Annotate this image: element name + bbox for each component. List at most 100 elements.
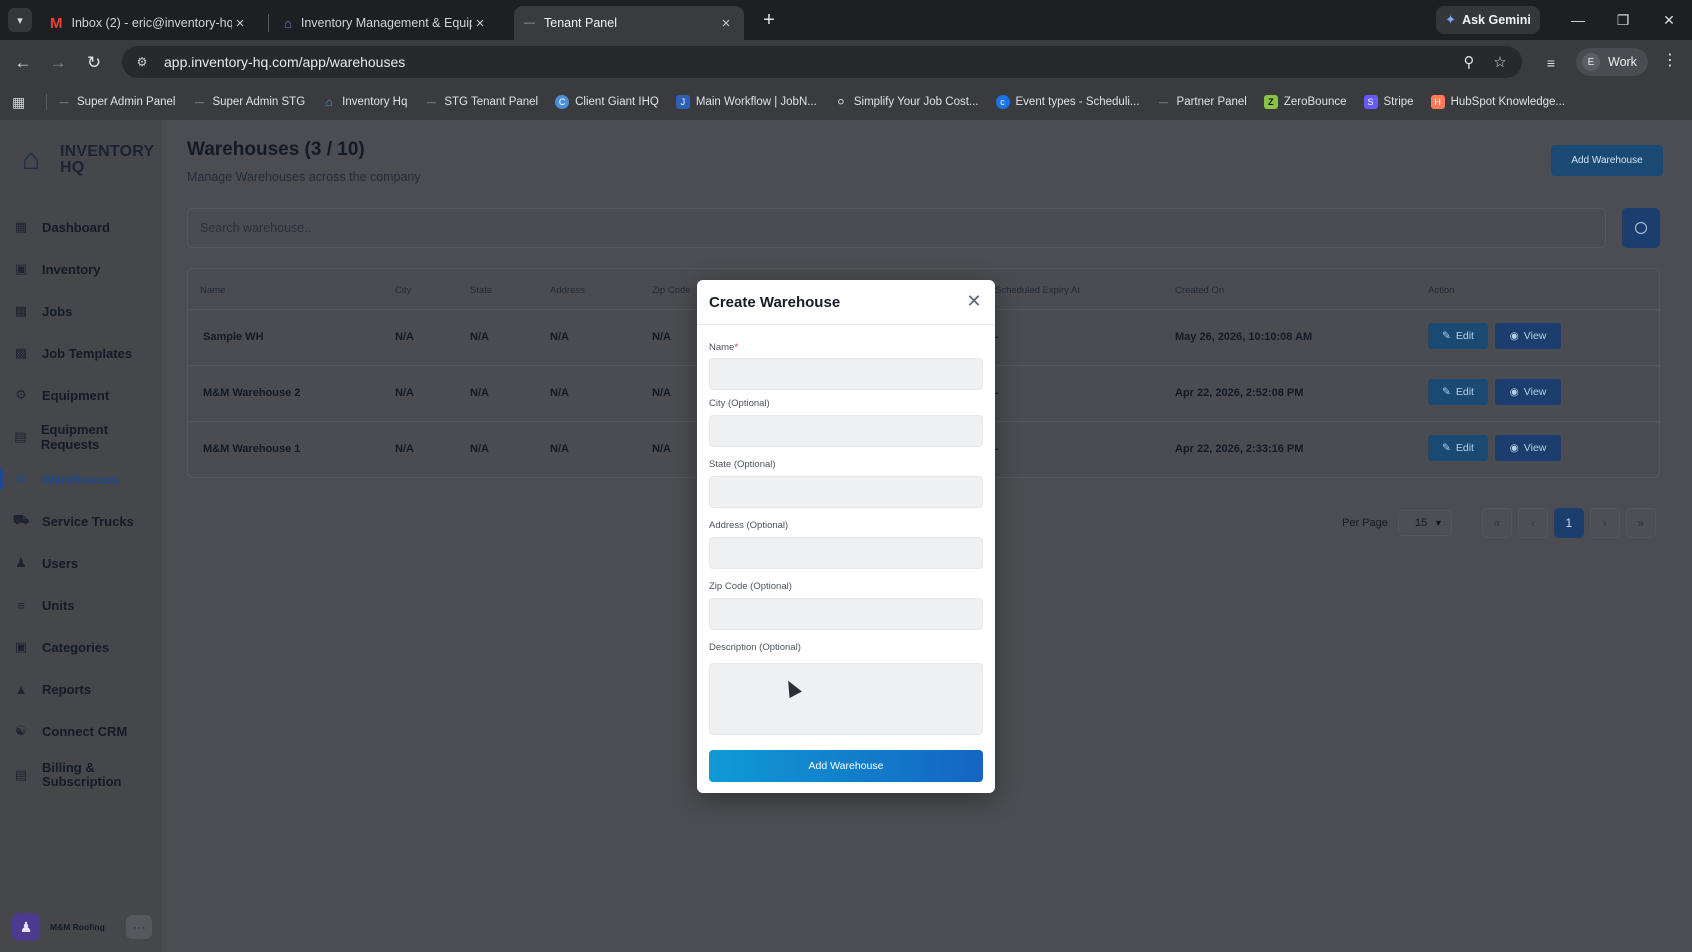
more-options-icon[interactable]: ··· bbox=[126, 915, 152, 939]
app-logo[interactable]: ⌂ INVENTORY HQ bbox=[22, 142, 154, 178]
bookmark-item[interactable]: S Stripe bbox=[1363, 95, 1414, 109]
reload-icon[interactable]: ↻ bbox=[81, 50, 107, 76]
view-button[interactable]: ◉ View bbox=[1495, 323, 1561, 349]
sidebar-item-connect-crm[interactable]: ☯ Connect CRM bbox=[0, 710, 162, 752]
ask-gemini-button[interactable]: ✦ Ask Gemini bbox=[1436, 6, 1540, 34]
new-tab-button[interactable]: + bbox=[756, 8, 782, 32]
back-icon[interactable]: ← bbox=[10, 50, 36, 76]
inventory-icon: ▣ bbox=[14, 261, 28, 276]
user-profile[interactable]: ♟ M&M Roofing ··· bbox=[12, 912, 152, 942]
close-icon[interactable]: × bbox=[232, 15, 248, 32]
close-icon[interactable]: ✕ bbox=[963, 290, 985, 312]
first-page-button[interactable]: « bbox=[1481, 508, 1512, 538]
next-page-button[interactable]: › bbox=[1589, 508, 1620, 538]
column-header-state[interactable]: State bbox=[470, 285, 492, 296]
bookmark-label: STG Tenant Panel bbox=[444, 96, 539, 108]
tab-inventory[interactable]: ⌂ Inventory Management & Equipme × bbox=[274, 6, 498, 40]
bookmark-item[interactable]: Z ZeroBounce bbox=[1263, 95, 1347, 109]
bookmark-item[interactable]: — Partner Panel bbox=[1157, 95, 1247, 109]
per-page-select[interactable]: 15 ▼ bbox=[1397, 510, 1452, 536]
restore-icon[interactable]: ❐ bbox=[1608, 8, 1638, 32]
bookmark-label: Partner Panel bbox=[1176, 96, 1247, 108]
sidebar-item-label: Warehouses bbox=[42, 471, 119, 487]
bookmark-item[interactable]: ⚪ Simplify Your Job Cost... bbox=[834, 95, 979, 109]
search-button[interactable] bbox=[1622, 208, 1660, 248]
bookmark-item[interactable]: H HubSpot Knowledge... bbox=[1430, 95, 1565, 109]
edit-button[interactable]: ✎ Edit bbox=[1428, 435, 1488, 461]
browser-menu-icon[interactable]: ⋮ bbox=[1662, 50, 1678, 70]
inventory-hq-icon: ⌂ bbox=[325, 95, 333, 109]
close-icon[interactable]: × bbox=[472, 15, 488, 32]
bookmark-item[interactable]: C Client Giant IHQ bbox=[555, 95, 659, 109]
state-field[interactable] bbox=[709, 476, 983, 508]
add-warehouse-submit-button[interactable]: Add Warehouse bbox=[709, 750, 983, 782]
bookmark-item[interactable]: — Super Admin STG bbox=[192, 95, 305, 109]
tab-search-dropdown[interactable]: ▾ bbox=[8, 8, 32, 32]
sidebar-item-reports[interactable]: ▲ Reports bbox=[0, 668, 162, 710]
bookmark-item[interactable]: — STG Tenant Panel bbox=[424, 95, 538, 109]
sidebar-item-dashboard[interactable]: ▦ Dashboard bbox=[0, 206, 162, 248]
sidebar-item-units[interactable]: ≡ Units bbox=[0, 584, 162, 626]
apps-grid-icon[interactable]: ▦ bbox=[12, 94, 32, 111]
column-header-address[interactable]: Address bbox=[550, 285, 585, 296]
view-label: View bbox=[1523, 330, 1547, 342]
column-header-created[interactable]: Created On bbox=[1175, 285, 1224, 296]
zoom-icon[interactable]: ⚲ bbox=[1458, 52, 1480, 74]
city-field[interactable] bbox=[709, 415, 983, 447]
view-button[interactable]: ◉ View bbox=[1495, 435, 1561, 461]
truck-icon: ⛟ bbox=[12, 512, 30, 527]
zip-label: Zip Code (Optional) bbox=[709, 581, 792, 592]
sidebar-item-categories[interactable]: ▣ Categories bbox=[0, 626, 162, 668]
bookmark-item[interactable]: — Super Admin Panel bbox=[57, 95, 176, 109]
forward-icon[interactable]: → bbox=[45, 50, 71, 76]
cell-address: N/A bbox=[550, 387, 569, 399]
view-button[interactable]: ◉ View bbox=[1495, 379, 1561, 405]
sidebar-item-users[interactable]: ♟ Users bbox=[0, 542, 162, 584]
eye-icon: ◉ bbox=[1509, 330, 1519, 342]
sidebar-item-inventory[interactable]: ▣ Inventory bbox=[0, 248, 162, 290]
eye-icon: ◉ bbox=[1509, 442, 1519, 454]
sidebar-item-jobs[interactable]: ▩ Jobs bbox=[0, 290, 162, 332]
column-header-city[interactable]: City bbox=[395, 285, 411, 296]
bookmarks-bar: ▦ — Super Admin Panel — Super Admin STG ⌂ I… bbox=[0, 84, 1692, 120]
last-page-button[interactable]: » bbox=[1625, 508, 1656, 538]
column-header-zip[interactable]: Zip Code bbox=[652, 285, 691, 296]
column-header-name[interactable]: Name bbox=[200, 285, 225, 296]
address-field[interactable] bbox=[709, 537, 983, 569]
tab-tenant-panel[interactable]: — Tenant Panel × bbox=[514, 6, 744, 40]
site-settings-icon[interactable]: ⚙ bbox=[126, 55, 158, 69]
description-field[interactable] bbox=[709, 663, 983, 735]
sidebar-item-label: Equipment Requests bbox=[40, 422, 109, 452]
profile-initial: E bbox=[1582, 53, 1600, 71]
minimize-icon[interactable]: — bbox=[1563, 8, 1593, 32]
reading-list-icon[interactable]: ≡ bbox=[1538, 50, 1564, 76]
zip-field[interactable] bbox=[709, 598, 983, 630]
page-1-button[interactable]: 1 bbox=[1553, 508, 1584, 538]
prev-page-button[interactable]: ‹ bbox=[1517, 508, 1548, 538]
bookmark-item[interactable]: ⌂ Inventory Hq bbox=[322, 95, 408, 109]
cell-city: N/A bbox=[395, 331, 414, 343]
tab-separator bbox=[268, 14, 269, 32]
search-input[interactable]: Search warehouse.. bbox=[187, 208, 1606, 248]
address-bar[interactable]: ⚙ app.inventory-hq.com/app/warehouses ⚲ … bbox=[122, 46, 1522, 78]
sidebar-item-equipment-requests[interactable]: ▤ Equipment Requests bbox=[0, 416, 162, 458]
name-field[interactable] bbox=[709, 358, 983, 390]
bookmark-item[interactable]: J Main Workflow | JobN... bbox=[675, 95, 817, 109]
bookmark-star-icon[interactable]: ☆ bbox=[1489, 52, 1511, 74]
required-mark: * bbox=[734, 342, 739, 353]
window-close-icon[interactable]: ✕ bbox=[1654, 8, 1684, 32]
edit-button[interactable]: ✎ Edit bbox=[1428, 379, 1488, 405]
column-header-expiry[interactable]: Scheduled Expiry At bbox=[995, 285, 1080, 296]
edit-button[interactable]: ✎ Edit bbox=[1428, 323, 1488, 349]
close-icon[interactable]: × bbox=[718, 15, 734, 32]
sidebar-item-service-trucks[interactable]: ⛟ Service Trucks bbox=[0, 500, 162, 542]
add-warehouse-button[interactable]: Add Warehouse bbox=[1551, 145, 1663, 176]
sidebar-item-warehouses[interactable]: ⚙ Warehouses bbox=[0, 458, 162, 500]
sidebar-item-job-templates[interactable]: ▩ Job Templates bbox=[0, 332, 162, 374]
sidebar-item-billing[interactable]: ▤ Billing & Subscription bbox=[0, 752, 162, 798]
profile-button[interactable]: E Work bbox=[1576, 48, 1648, 76]
sidebar-item-equipment[interactable]: ⚙ Equipment bbox=[0, 374, 162, 416]
modal-divider bbox=[697, 324, 995, 325]
tab-gmail[interactable]: M Inbox (2) - eric@inventory-hq.com × bbox=[40, 6, 258, 40]
bookmark-item[interactable]: c Event types - Scheduli... bbox=[995, 95, 1140, 109]
